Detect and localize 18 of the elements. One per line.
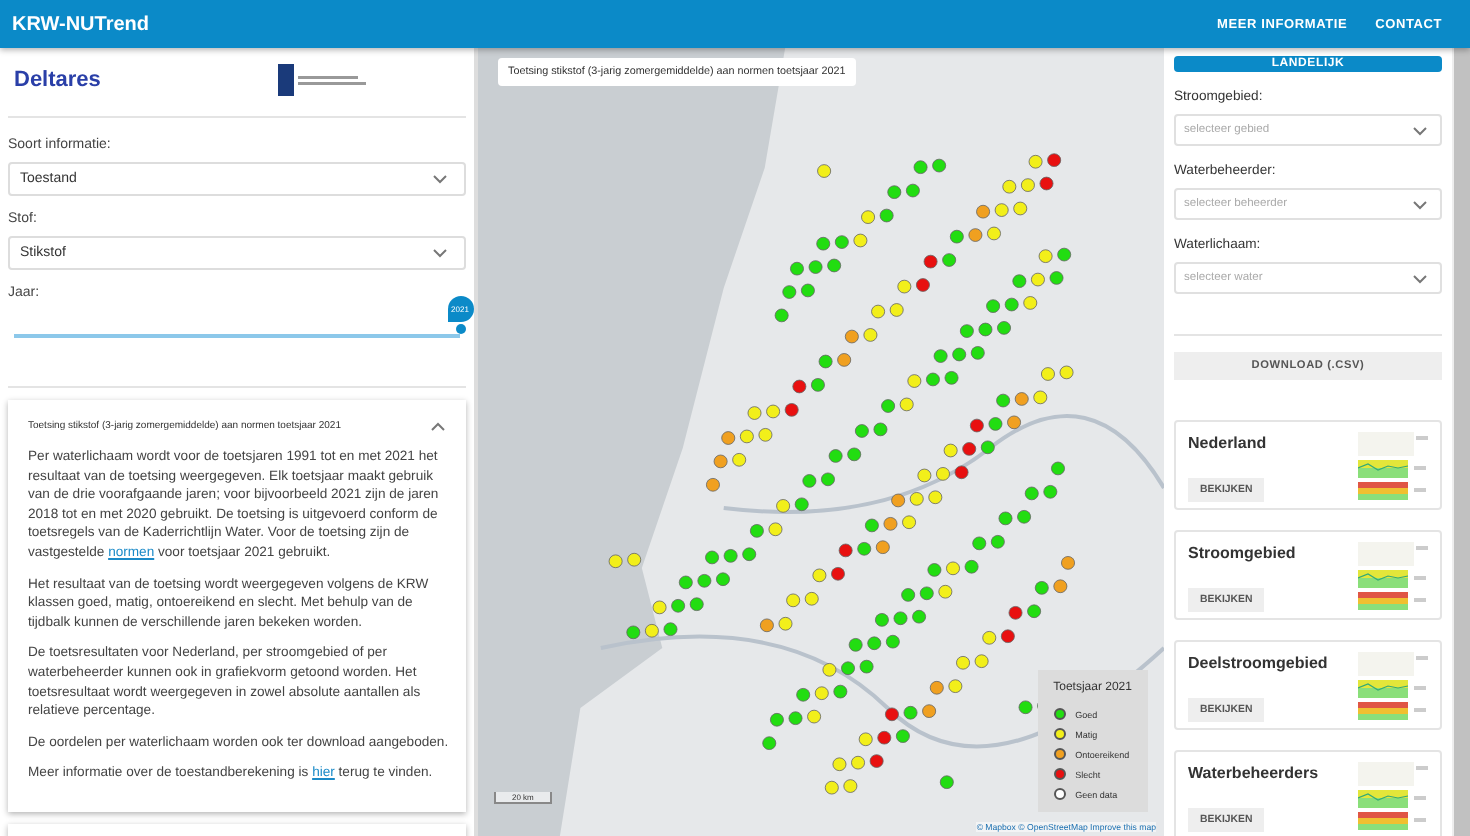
chevron-down-icon — [432, 174, 448, 184]
chart-thumbnail-drawing — [1358, 432, 1430, 500]
card-title: Deelstroomgebied — [1188, 654, 1328, 672]
chart-thumbnail-drawing — [1358, 762, 1430, 830]
chevron-down-icon — [1412, 200, 1428, 210]
chart-thumbnail-drawing — [1358, 652, 1430, 720]
chevron-down-icon — [1412, 126, 1428, 136]
emblem-logo-icon — [278, 64, 366, 96]
app-title: KRW-NUTrend — [12, 13, 150, 35]
chevron-icon — [430, 421, 446, 431]
card-title: Nederland — [1188, 434, 1267, 452]
card-title: Waterbeheerders — [1188, 764, 1319, 782]
chevron-down-icon — [1412, 274, 1428, 284]
chart-thumbnail-drawing — [1358, 542, 1430, 610]
chevron-down-icon — [432, 248, 448, 258]
card-title: Stroomgebied — [1188, 544, 1296, 562]
logo-text: Deltares — [14, 68, 101, 92]
scrollbar[interactable] — [1452, 48, 1470, 836]
